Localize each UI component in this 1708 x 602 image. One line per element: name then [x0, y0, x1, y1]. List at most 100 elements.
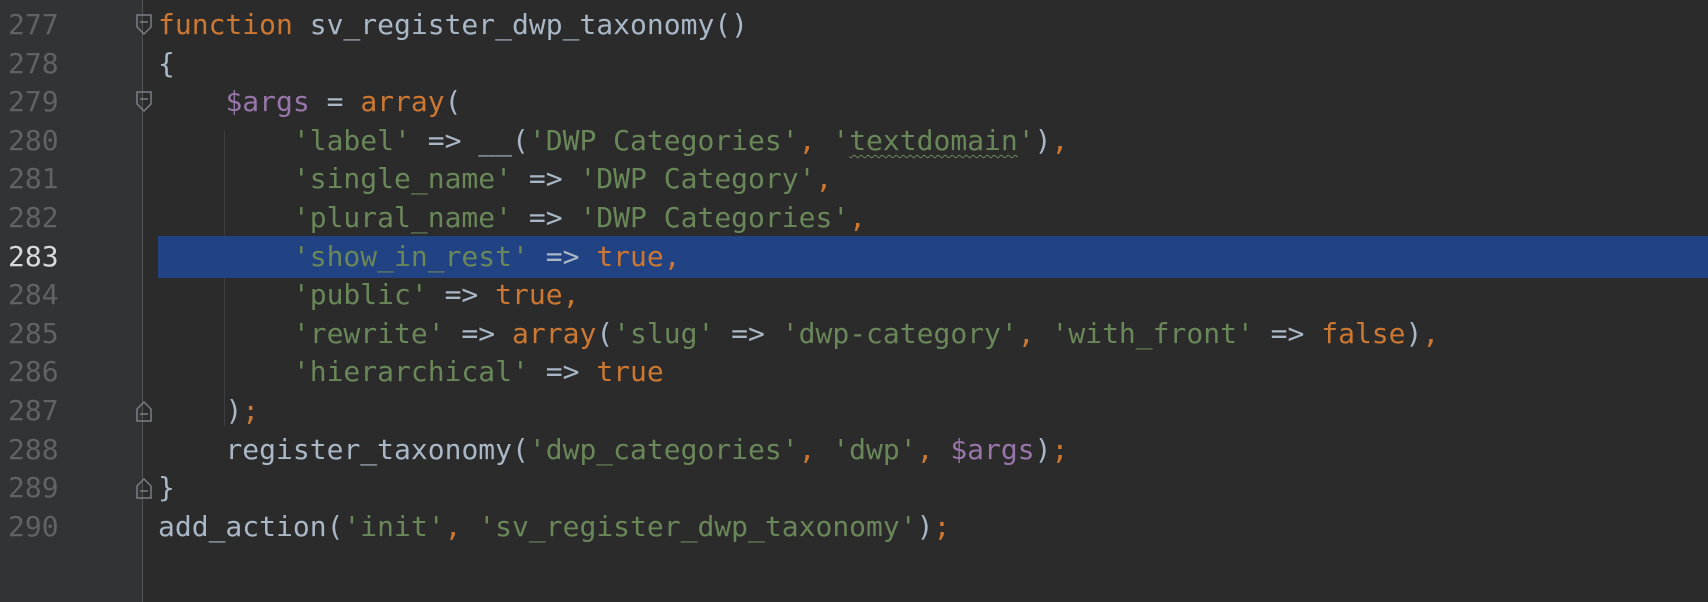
code-token: , — [444, 509, 479, 543]
code-token: , — [1051, 123, 1069, 157]
line-number[interactable]: 285 — [8, 313, 88, 355]
code-token: 'dwp' — [832, 432, 917, 466]
code-line-content[interactable]: 'rewrite' => array('slug' => 'dwp-catego… — [158, 313, 1708, 355]
code-text: { — [158, 43, 175, 85]
code-token: ' — [832, 123, 850, 157]
code-token: 'DWP Category' — [579, 162, 816, 196]
code-token: function — [158, 8, 293, 41]
code-token: true — [596, 239, 664, 273]
code-token: => — [444, 316, 513, 350]
code-token: 'with_front' — [1051, 316, 1254, 350]
code-line-content[interactable]: 'hierarchical' => true — [158, 351, 1708, 393]
line-number[interactable]: 283 — [8, 236, 88, 278]
code-token: , — [916, 432, 951, 466]
code-token: $args — [950, 432, 1035, 466]
code-line[interactable]: 290 add_action('init', 'sv_register_dwp_t… — [0, 506, 1708, 548]
code-token: $args — [225, 85, 310, 119]
code-token: , — [798, 432, 833, 466]
fold-close-icon[interactable] — [134, 476, 154, 500]
code-token: { — [158, 46, 175, 80]
code-line-content[interactable]: add_action('init', 'sv_register_dwp_taxo… — [158, 506, 1708, 548]
fold-open-icon[interactable] — [134, 13, 154, 37]
code-token: , — [1422, 316, 1440, 350]
code-token: => — [512, 162, 580, 196]
code-line[interactable]: 281 'single_name' => 'DWP Category', — [0, 158, 1708, 200]
code-token: ) — [1034, 123, 1052, 157]
code-token: , — [1017, 316, 1052, 350]
code-token: ) — [916, 509, 934, 543]
code-text: 'hierarchical' => true — [158, 351, 664, 393]
code-token: true — [596, 355, 664, 389]
code-text: $args = array( — [158, 81, 461, 123]
fold-close-icon[interactable] — [134, 399, 154, 423]
code-line-content[interactable]: 'label' => __('DWP Categories', 'textdom… — [158, 120, 1708, 162]
code-text: 'plural_name' => 'DWP Categories', — [158, 197, 866, 239]
code-token: textdomain — [849, 123, 1018, 157]
code-line-content[interactable]: } — [158, 467, 1708, 509]
code-token: true — [495, 278, 563, 312]
code-line[interactable]: 277 function sv_register_dwp_taxonomy() — [0, 4, 1708, 46]
code-line[interactable]: 279 $args = array( — [0, 81, 1708, 123]
code-line[interactable]: 282 'plural_name' => 'DWP Categories', — [0, 197, 1708, 239]
code-text: 'public' => true, — [158, 274, 580, 316]
code-token: ( — [596, 316, 614, 350]
code-line[interactable]: 278 { — [0, 43, 1708, 85]
code-line[interactable]: 286 'hierarchical' => true — [0, 351, 1708, 393]
fold-open-icon[interactable] — [134, 90, 154, 114]
code-token: , — [798, 123, 833, 157]
code-token: ( — [326, 509, 344, 543]
line-number[interactable]: 282 — [8, 197, 88, 239]
line-number[interactable]: 279 — [8, 81, 88, 123]
code-line[interactable]: 287 ); — [0, 390, 1708, 432]
code-token: array — [512, 316, 597, 350]
line-number[interactable]: 277 — [8, 4, 88, 46]
code-token: ' — [1017, 123, 1035, 157]
code-line-content[interactable]: register_taxonomy('dwp_categories', 'dwp… — [158, 429, 1708, 471]
code-line[interactable]: 285 'rewrite' => array('slug' => 'dwp-ca… — [0, 313, 1708, 355]
line-number[interactable]: 280 — [8, 120, 88, 162]
code-token: 'public' — [292, 278, 428, 312]
code-line[interactable]: 280 'label' => __('DWP Categories', 'tex… — [0, 120, 1708, 162]
code-token: array — [360, 85, 445, 119]
code-token: false — [1321, 316, 1406, 350]
code-line-content[interactable]: 'single_name' => 'DWP Category', — [158, 158, 1708, 200]
code-line[interactable]: 288 register_taxonomy('dwp_categories', … — [0, 429, 1708, 471]
code-line-content[interactable]: { — [158, 43, 1708, 85]
code-line-content[interactable]: 'plural_name' => 'DWP Categories', — [158, 197, 1708, 239]
code-line-current[interactable]: 283 'show_in_rest' => true, — [0, 235, 1708, 278]
code-token: ) — [225, 394, 243, 427]
code-token: 'sv_register_dwp_taxonomy' — [478, 509, 917, 543]
line-number[interactable]: 286 — [8, 351, 88, 393]
line-number[interactable]: 290 — [8, 506, 88, 548]
code-line-content[interactable]: ); — [158, 390, 1708, 432]
code-token: ) — [1405, 316, 1423, 350]
code-token: , — [815, 162, 833, 196]
code-line[interactable]: 289} — [0, 467, 1708, 509]
line-number[interactable]: 289 — [8, 467, 88, 509]
code-line-content[interactable]: function sv_register_dwp_taxonomy() — [158, 4, 1708, 46]
code-token: 'label' — [292, 123, 411, 157]
code-token: ; — [242, 394, 260, 427]
code-line[interactable]: 284 'public' => true, — [0, 274, 1708, 316]
line-number[interactable]: 281 — [8, 158, 88, 200]
line-number[interactable]: 288 — [8, 429, 88, 471]
code-line-content[interactable]: $args = array( — [158, 81, 1708, 123]
line-number[interactable]: 287 — [8, 390, 88, 432]
code-token: 'DWP Categories' — [579, 201, 850, 234]
code-line-content[interactable]: 'show_in_rest' => true, — [158, 235, 1708, 278]
line-number[interactable]: 278 — [8, 43, 88, 85]
code-text: add_action('init', 'sv_register_dwp_taxo… — [158, 506, 950, 548]
code-line-content[interactable]: 'public' => true, — [158, 274, 1708, 316]
code-token: 'show_in_rest' — [292, 239, 529, 273]
line-number[interactable]: 284 — [8, 274, 88, 316]
code-editor[interactable]: 277 function sv_register_dwp_taxonomy() 27… — [0, 0, 1708, 602]
code-token: sv_register_dwp_taxonomy — [292, 8, 715, 41]
code-token: add_action — [158, 509, 327, 543]
code-token: 'hierarchical' — [292, 355, 529, 389]
